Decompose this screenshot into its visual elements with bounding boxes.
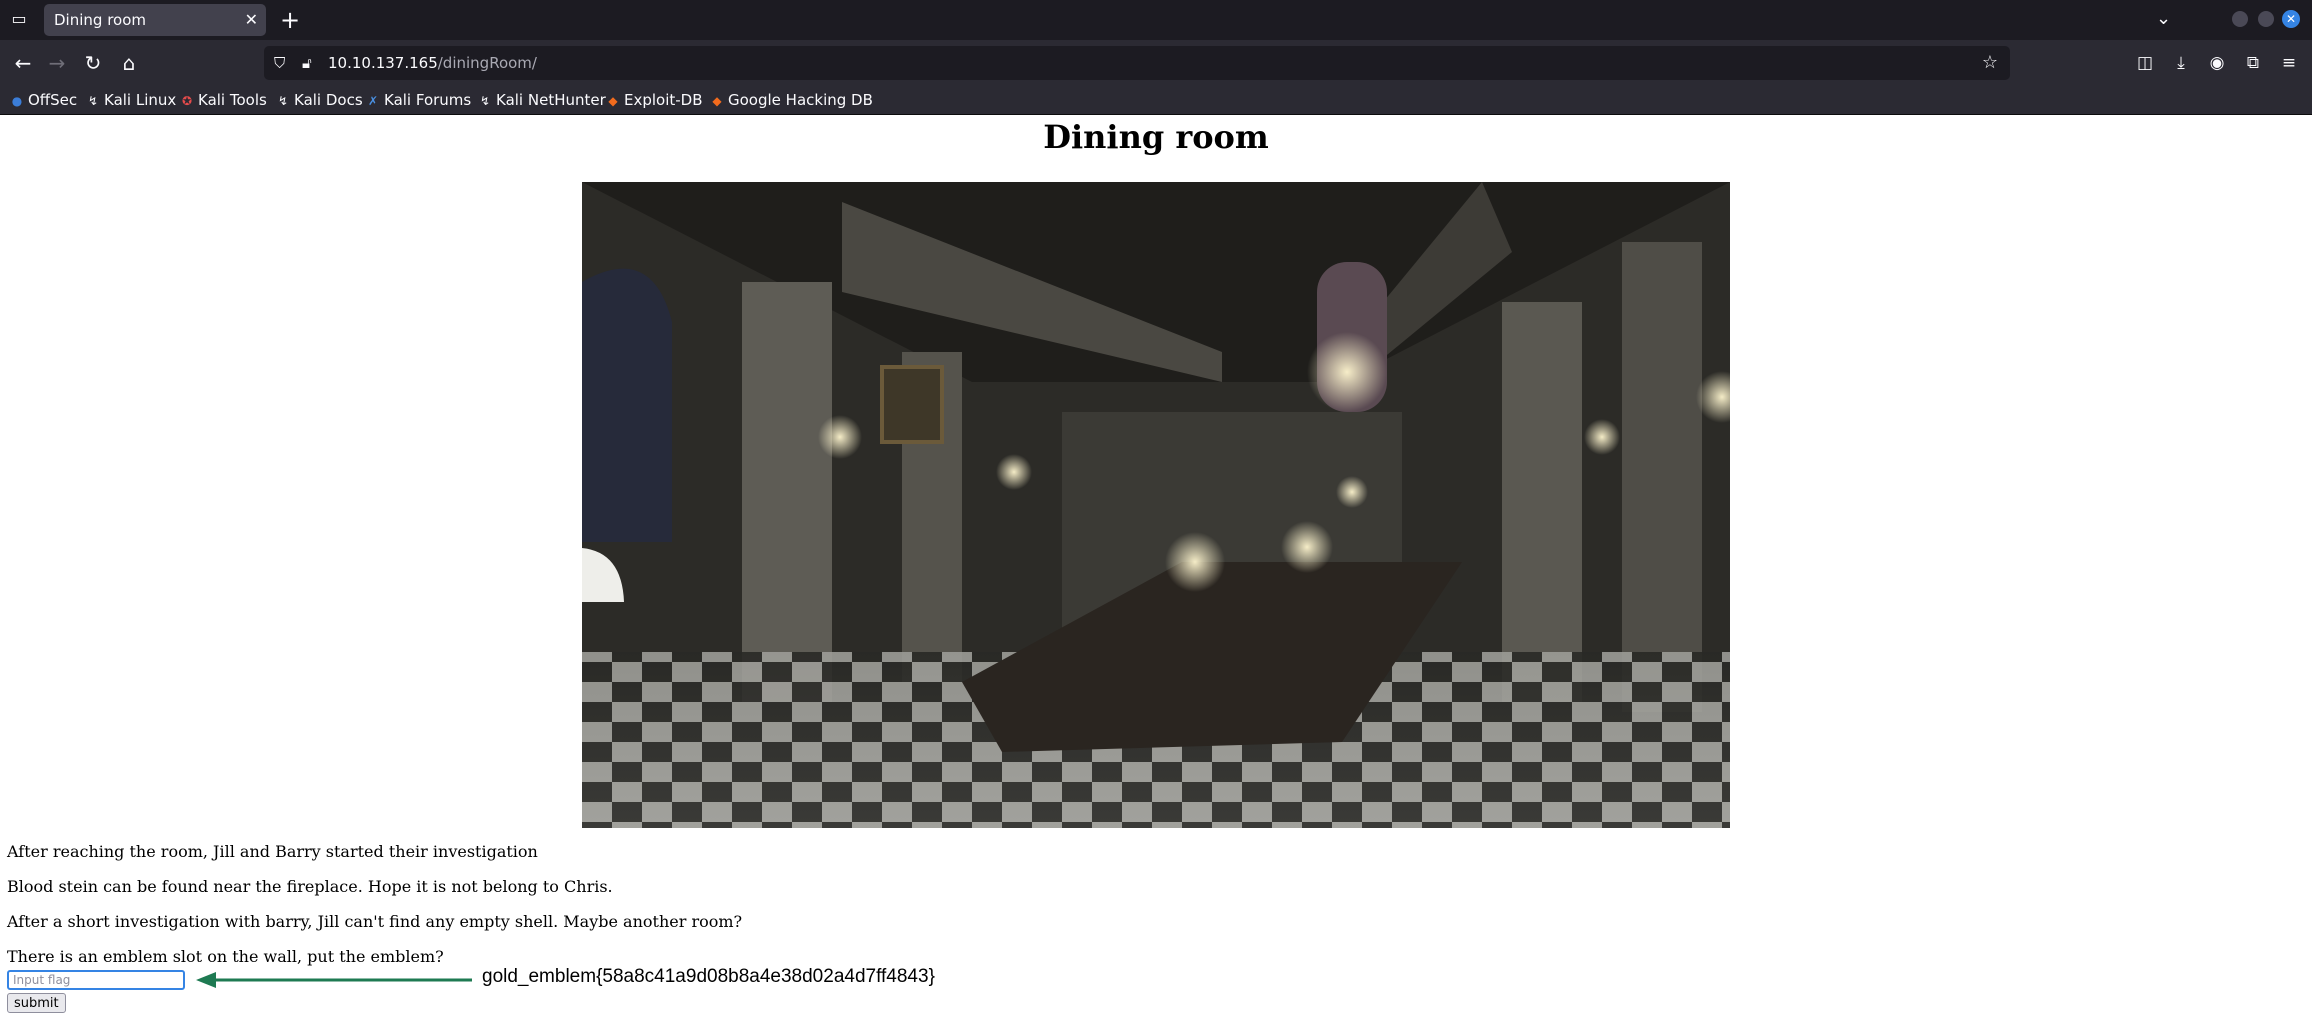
column-left: [742, 282, 832, 702]
bookmark-google-hacking-db[interactable]: ◆ Google Hacking DB: [710, 86, 873, 114]
bookmark-kali-forums[interactable]: ✗ Kali Forums: [366, 86, 471, 114]
chevron-down-icon[interactable]: ⌄: [2156, 8, 2171, 29]
column-right-far: [1622, 242, 1702, 712]
url-path: /diningRoom/: [437, 54, 537, 72]
flag-input[interactable]: [7, 970, 185, 990]
tab-dining-room[interactable]: Dining room ✕: [44, 4, 266, 36]
extensions-icon[interactable]: ⧉: [2240, 50, 2266, 76]
url-bar[interactable]: ⛉ 🔓︎ 10.10.137.165/diningRoom/ ☆: [264, 46, 2010, 80]
tab-bar: ▭ Dining room ✕ + ⌄ ✕: [0, 0, 2312, 40]
bookmark-label: Kali Forums: [384, 91, 472, 109]
menu-icon[interactable]: ≡: [2276, 50, 2302, 76]
bookmark-label: Google Hacking DB: [728, 91, 873, 109]
offsec-icon: ●: [11, 94, 23, 108]
bookmark-label: Kali Docs: [294, 91, 363, 109]
new-tab-icon[interactable]: +: [280, 6, 300, 34]
ghdb-icon: ◆: [712, 94, 722, 108]
tab-list-icon[interactable]: ▭: [10, 10, 28, 28]
kali-tools-icon: ✪: [181, 94, 193, 108]
bookmark-offsec[interactable]: ● OffSec: [10, 86, 77, 114]
back-arrow-icon[interactable]: ←: [10, 50, 36, 76]
bookmark-label: Kali Tools: [198, 91, 267, 109]
paragraph-3: After a short investigation with barry, …: [7, 912, 743, 931]
bookmark-kali-linux[interactable]: ↯ Kali Linux: [86, 86, 176, 114]
pocket-icon[interactable]: ◫: [2132, 50, 2158, 76]
wall-lamp: [996, 454, 1032, 490]
home-icon[interactable]: ⌂: [116, 50, 142, 76]
page-title: Dining room: [1043, 118, 1269, 156]
bookmark-kali-nethunter[interactable]: ↯ Kali NetHunter: [478, 86, 606, 114]
annotation-flag-text: gold_emblem{58a8c41a9d08b8a4e38d02a4d7ff…: [482, 966, 935, 987]
bookmark-kali-docs[interactable]: ↯ Kali Docs: [276, 86, 363, 114]
reload-icon[interactable]: ↻: [80, 50, 106, 76]
forward-arrow-icon[interactable]: →: [44, 50, 70, 76]
tab-title: Dining room: [54, 11, 146, 29]
kali-dragon-icon: ↯: [479, 94, 491, 108]
candelabra-light: [1336, 476, 1368, 508]
painting: [880, 365, 944, 444]
candelabra-light: [1165, 532, 1225, 592]
bookmark-label: Kali NetHunter: [496, 91, 606, 109]
dining-room-image: [582, 182, 1730, 828]
paragraph-4: There is an emblem slot on the wall, put…: [7, 947, 444, 966]
window-close-icon[interactable]: ✕: [2282, 10, 2300, 28]
paragraph-1: After reaching the room, Jill and Barry …: [7, 842, 538, 861]
submit-button[interactable]: submit: [7, 993, 66, 1013]
kali-dragon-icon: ↯: [277, 94, 289, 108]
column-right: [1502, 302, 1582, 702]
bookmark-label: Kali Linux: [104, 91, 177, 109]
shield-icon[interactable]: ⛉: [274, 46, 285, 80]
bookmark-label: OffSec: [28, 91, 78, 109]
kali-dragon-icon: ↯: [87, 94, 99, 108]
wall-lamp: [818, 415, 862, 459]
lock-icon[interactable]: 🔓︎: [302, 46, 312, 80]
bookmark-kali-tools[interactable]: ✪ Kali Tools: [180, 86, 267, 114]
bookmarks-toolbar: ● OffSec ↯ Kali Linux ✪ Kali Tools ↯ Kali Do…: [0, 86, 2312, 115]
chandelier-light: [1307, 332, 1387, 412]
exploit-db-icon: ◆: [608, 94, 618, 108]
bookmark-exploit-db[interactable]: ◆ Exploit-DB: [606, 86, 703, 114]
maximize-icon[interactable]: [2258, 11, 2274, 27]
candelabra-light: [1281, 521, 1333, 573]
close-icon[interactable]: ✕: [245, 4, 258, 36]
account-icon[interactable]: ◉: [2204, 50, 2230, 76]
url-host: 10.10.137.165: [328, 54, 438, 72]
annotation-arrow: [196, 972, 472, 988]
bookmark-label: Exploit-DB: [624, 91, 703, 109]
minimize-icon[interactable]: [2232, 11, 2248, 27]
bookmark-star-icon[interactable]: ☆: [1982, 46, 1998, 80]
paragraph-2: Blood stein can be found near the firepl…: [7, 877, 613, 896]
wall-lamp: [1584, 419, 1620, 455]
download-icon[interactable]: ⤓: [2168, 50, 2194, 76]
kali-forums-icon: ✗: [367, 94, 379, 108]
left-window: [582, 268, 672, 542]
navigation-toolbar: ← → ↻ ⌂ ⛉ 🔓︎ 10.10.137.165/diningRoom/ ☆…: [0, 40, 2312, 86]
url-text[interactable]: 10.10.137.165/diningRoom/: [328, 46, 537, 80]
